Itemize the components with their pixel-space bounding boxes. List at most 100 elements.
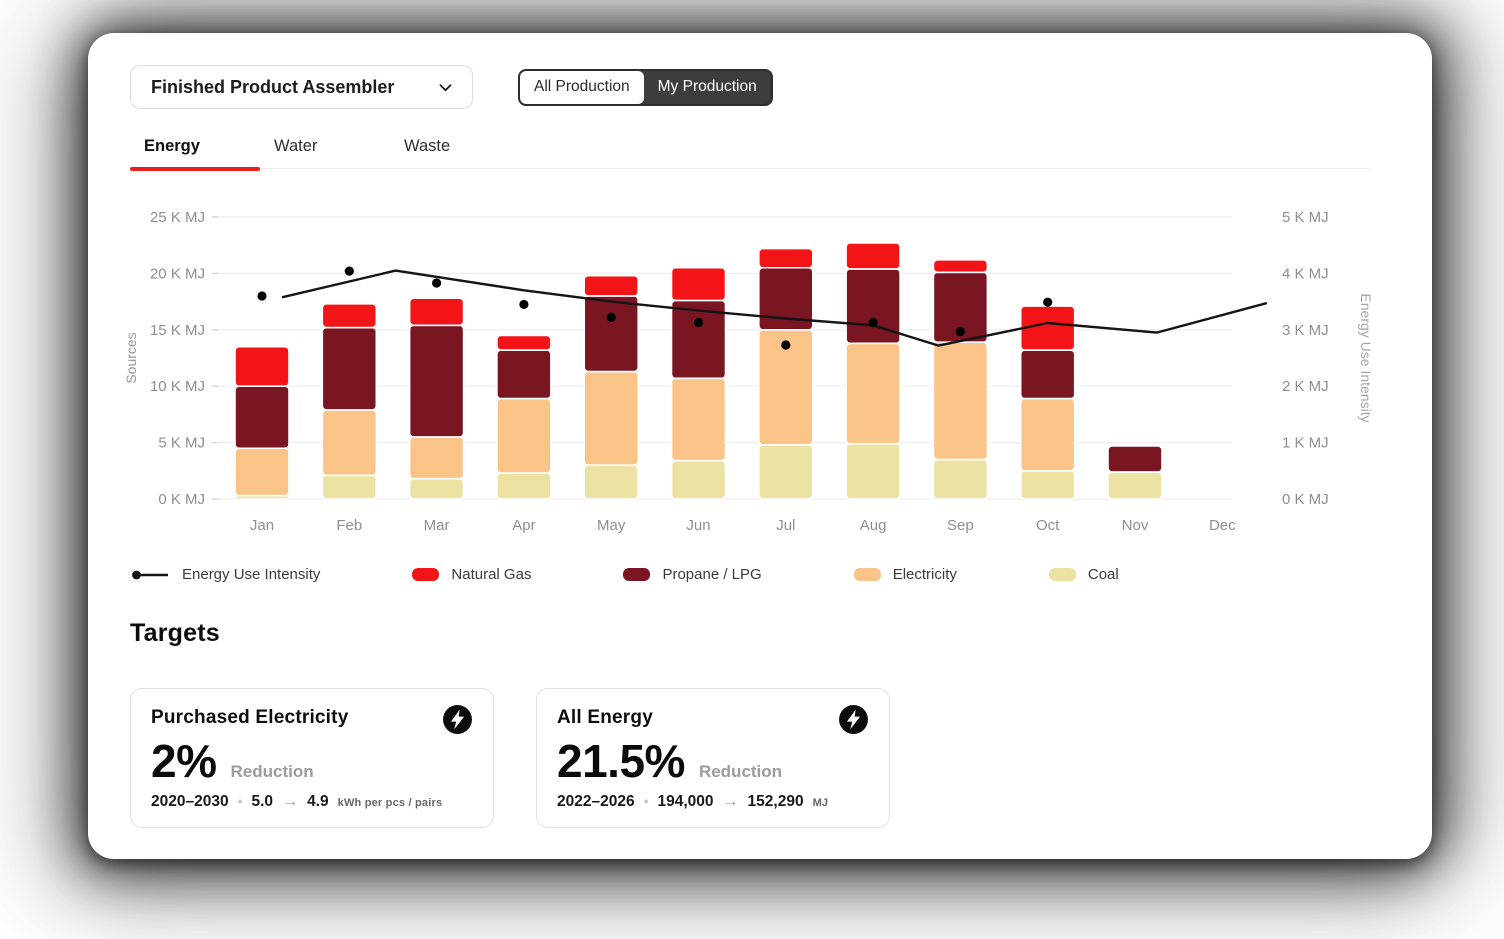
- bar-segment-coal: [933, 460, 987, 499]
- target-unit: kWh per pcs / pairs: [338, 797, 443, 809]
- scatter-dot: [781, 340, 790, 349]
- lightning-bolt-icon: [442, 704, 473, 735]
- bar-segment-natural-gas: [584, 276, 638, 296]
- arrow-right-icon: →: [282, 793, 298, 811]
- right-axis-tick-label: 4 K MJ: [1282, 265, 1329, 282]
- target-value-label: Reduction: [699, 762, 782, 782]
- tab-water[interactable]: Water: [260, 137, 390, 168]
- chart-legend: Energy Use Intensity Natural Gas Propane /…: [130, 566, 1119, 583]
- scatter-dot: [694, 318, 703, 327]
- target-card-header: All Energy: [557, 704, 869, 735]
- bar-segment-propane-lpg: [235, 386, 289, 448]
- legend-item-coal: Coal: [1049, 566, 1119, 583]
- month-label: Mar: [424, 517, 450, 534]
- line-dot-marker-icon: [130, 569, 170, 581]
- bar-segment-coal: [672, 461, 726, 499]
- month-label: Sep: [947, 517, 974, 534]
- legend-swatch-icon: [1049, 568, 1076, 581]
- target-to-value: 152,290: [748, 793, 804, 811]
- energy-chart: 0 K MJ5 K MJ10 K MJ15 K MJ20 K MJ25 K MJ…: [118, 183, 1378, 545]
- legend-label: Natural Gas: [451, 566, 531, 583]
- target-card-title: All Energy: [557, 704, 653, 729]
- scatter-dot: [869, 318, 878, 327]
- scatter-dot: [519, 300, 528, 309]
- scatter-dot: [956, 327, 965, 336]
- legend-label: Propane / LPG: [662, 566, 761, 583]
- target-detail-row: 2022–2026•194,000→152,290MJ: [557, 793, 869, 811]
- bar-segment-electricity: [846, 343, 900, 443]
- legend-label: Electricity: [893, 566, 957, 583]
- bar-segment-coal: [584, 465, 638, 499]
- target-period: 2022–2026: [557, 793, 635, 811]
- right-axis-tick-label: 3 K MJ: [1282, 322, 1329, 339]
- legend-item-electricity: Electricity: [854, 566, 957, 583]
- left-axis-tick-label: 20 K MJ: [150, 265, 205, 282]
- target-value: 21.5%: [557, 735, 685, 787]
- right-axis-tick-label: 2 K MJ: [1282, 378, 1329, 395]
- bar-segment-natural-gas: [672, 268, 726, 301]
- legend-item-propane-lpg: Propane / LPG: [623, 566, 761, 583]
- dropdown-label: Finished Product Assembler: [151, 77, 394, 98]
- target-cards-row: Purchased Electricity2%Reduction2020–203…: [130, 688, 890, 828]
- active-tab-underline: [130, 167, 260, 171]
- bar-segment-coal: [497, 473, 551, 499]
- target-value-row: 2% Reduction: [151, 735, 473, 787]
- separator-dot: •: [644, 793, 649, 809]
- bar-segment-propane-lpg: [322, 328, 376, 410]
- month-label: Jul: [776, 517, 795, 534]
- lightning-bolt-icon: [838, 704, 869, 735]
- bar-segment-coal: [846, 444, 900, 499]
- tab-waste[interactable]: Waste: [390, 137, 520, 168]
- month-label: May: [597, 517, 626, 534]
- legend-item-energy-use-intensity: Energy Use Intensity: [130, 566, 320, 583]
- bar-segment-natural-gas: [933, 260, 987, 272]
- month-label: Aug: [860, 517, 887, 534]
- bar-segment-coal: [322, 475, 376, 499]
- target-unit: MJ: [813, 797, 829, 809]
- target-from-value: 5.0: [252, 793, 274, 811]
- target-card-title: Purchased Electricity: [151, 704, 348, 729]
- bar-segment-propane-lpg: [1021, 350, 1075, 399]
- bar-segment-electricity: [497, 399, 551, 473]
- bar-segment-electricity: [410, 437, 464, 479]
- right-axis-tick-label: 0 K MJ: [1282, 491, 1329, 508]
- tab-bar: EnergyWaterWaste: [130, 137, 1370, 169]
- left-axis-tick-label: 10 K MJ: [150, 378, 205, 395]
- bar-segment-natural-gas: [846, 243, 900, 269]
- target-card-header: Purchased Electricity: [151, 704, 473, 735]
- legend-label: Coal: [1088, 566, 1119, 583]
- bar-segment-coal: [1108, 472, 1162, 499]
- left-axis-tick-label: 15 K MJ: [150, 322, 205, 339]
- target-value: 2%: [151, 735, 216, 787]
- left-axis-title: Sources: [123, 332, 139, 383]
- month-label: Jan: [250, 517, 274, 534]
- bar-segment-propane-lpg: [1108, 446, 1162, 472]
- scatter-dot: [1043, 298, 1052, 307]
- target-to-value: 4.9: [307, 793, 329, 811]
- month-label: Nov: [1122, 517, 1149, 534]
- scatter-dot: [345, 267, 354, 276]
- toggle-all-production[interactable]: All Production: [520, 71, 644, 104]
- bar-segment-natural-gas: [759, 249, 813, 268]
- left-axis-tick-label: 5 K MJ: [158, 435, 205, 452]
- chevron-down-icon: [437, 79, 454, 96]
- target-value-row: 21.5% Reduction: [557, 735, 869, 787]
- target-card-purchased-electricity: Purchased Electricity 2% Reduction2020–203…: [130, 688, 494, 828]
- scatter-dot: [607, 313, 616, 322]
- bar-segment-natural-gas: [322, 304, 376, 328]
- target-period: 2020–2030: [151, 793, 229, 811]
- production-toggle: All Production My Production: [518, 69, 773, 106]
- targets-heading: Targets: [130, 619, 220, 648]
- target-from-value: 194,000: [658, 793, 714, 811]
- bar-segment-coal: [1021, 471, 1075, 499]
- toggle-my-production[interactable]: My Production: [644, 71, 771, 104]
- page-background: Finished Product Assembler All Productio…: [0, 0, 1504, 939]
- month-label: Jun: [686, 517, 710, 534]
- assembler-dropdown[interactable]: Finished Product Assembler: [130, 65, 473, 109]
- bar-segment-electricity: [933, 342, 987, 459]
- bar-segment-electricity: [1021, 399, 1075, 471]
- bar-segment-propane-lpg: [497, 350, 551, 399]
- separator-dot: •: [238, 793, 243, 809]
- tab-energy[interactable]: Energy: [130, 137, 260, 168]
- target-value-label: Reduction: [230, 762, 313, 782]
